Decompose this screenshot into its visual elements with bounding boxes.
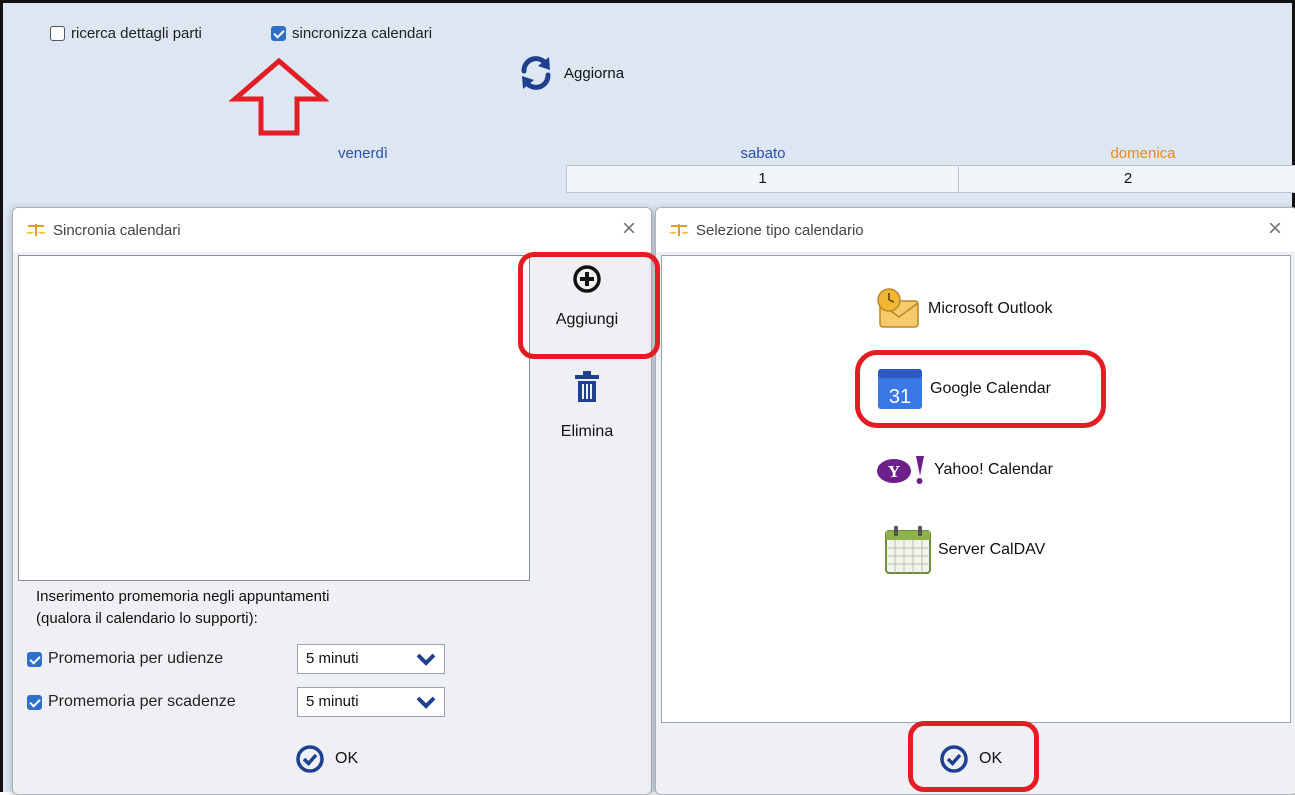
reminder-scadenze-checkbox[interactable]: Promemoria per scadenze <box>27 693 236 711</box>
google-calendar-icon: 31 <box>878 369 922 409</box>
add-label: Aggiungi <box>555 311 619 328</box>
select-value: 5 minuti <box>306 693 359 710</box>
add-button[interactable]: Aggiungi <box>545 264 629 329</box>
delete-button[interactable]: Elimina <box>545 370 629 441</box>
option-server-caldav[interactable]: Server CalDAV <box>884 525 1045 575</box>
select-value: 5 minuti <box>306 650 359 667</box>
ok-button[interactable]: OK <box>295 744 358 774</box>
checkbox-label: Promemoria per scadenze <box>48 693 236 710</box>
dialog-title: Selezione tipo calendario <box>696 221 864 239</box>
sync-calendars-dialog: Sincronia calendari × Aggiungi Elimina I… <box>12 207 652 795</box>
checkbox-box[interactable] <box>27 694 42 710</box>
yahoo-icon: Y <box>877 456 924 484</box>
checkbox-label: ricerca dettagli parti <box>71 25 202 42</box>
date-cell[interactable]: 1 <box>566 165 959 193</box>
option-google-calendar[interactable]: 31 Google Calendar <box>876 367 1051 411</box>
option-label: Server CalDAV <box>938 541 1046 558</box>
dialog-title-bar: Sincronia calendari × <box>13 208 651 252</box>
check-circle-icon <box>940 745 968 773</box>
ok-button[interactable]: OK <box>939 744 1002 774</box>
checkbox-label: Promemoria per udienze <box>48 650 224 667</box>
checkbox-sincronizza-calendari[interactable]: sincronizza calendari <box>271 25 432 42</box>
option-label: Yahoo! Calendar <box>934 461 1053 478</box>
dialog-title: Sincronia calendari <box>53 221 181 239</box>
ok-label: OK <box>335 750 359 767</box>
option-label: Microsoft Outlook <box>928 300 1053 317</box>
reminder-text-line: (qualora il calendario lo supporti): <box>36 610 258 627</box>
calendar-list[interactable] <box>18 255 530 581</box>
add-circle-icon <box>573 265 601 293</box>
svg-text:Y: Y <box>888 462 900 481</box>
reminder-text-line: Inserimento promemoria negli appuntament… <box>36 588 330 605</box>
check-circle-icon <box>296 745 324 773</box>
checkbox-box[interactable] <box>27 651 42 667</box>
reminder-udienze-select[interactable]: 5 minuti <box>297 644 445 674</box>
option-label: Google Calendar <box>930 380 1051 397</box>
checkbox-box[interactable] <box>50 26 65 41</box>
reminder-udienze-checkbox[interactable]: Promemoria per udienze <box>27 650 223 668</box>
scales-icon <box>26 224 46 236</box>
close-icon[interactable]: × <box>1263 217 1287 241</box>
trash-icon <box>575 371 599 402</box>
day-header-friday: venerdì <box>337 145 389 162</box>
ok-label: OK <box>979 750 1003 767</box>
caldav-icon <box>885 526 931 574</box>
day-header-saturday: sabato <box>740 145 786 162</box>
checkbox-label: sincronizza calendari <box>292 25 433 42</box>
app-window: ricerca dettagli parti sincronizza calen… <box>0 0 1295 795</box>
option-microsoft-outlook[interactable]: Microsoft Outlook <box>874 287 1052 331</box>
scales-icon <box>669 224 689 236</box>
refresh-label: Aggiorna <box>564 64 625 82</box>
refresh-icon <box>521 56 551 90</box>
checkbox-ricerca-dettagli-parti[interactable]: ricerca dettagli parti <box>50 25 202 42</box>
date-cell[interactable]: 2 <box>958 165 1295 193</box>
google-calendar-icon-text: 31 <box>889 386 911 408</box>
reminder-description: Inserimento promemoria negli appuntament… <box>36 586 330 630</box>
checkbox-box[interactable] <box>271 26 286 41</box>
option-yahoo-calendar[interactable]: Y Yahoo! Calendar <box>876 455 1053 485</box>
chevron-down-icon <box>416 696 436 709</box>
arrow-up-annotation-icon <box>229 57 329 136</box>
reminder-scadenze-select[interactable]: 5 minuti <box>297 687 445 717</box>
refresh-button[interactable]: Aggiorna <box>516 53 624 93</box>
calendar-type-list: Microsoft Outlook 31 Google Calendar Y Y… <box>661 255 1291 723</box>
calendar-type-dialog: Selezione tipo calendario × Microsoft Ou… <box>655 207 1295 795</box>
day-header-sunday: domenica <box>1110 145 1176 162</box>
chevron-down-icon <box>416 653 436 666</box>
dialog-title-bar: Selezione tipo calendario × <box>656 208 1295 252</box>
delete-label: Elimina <box>560 423 614 440</box>
outlook-icon <box>877 288 919 328</box>
close-icon[interactable]: × <box>617 217 641 241</box>
